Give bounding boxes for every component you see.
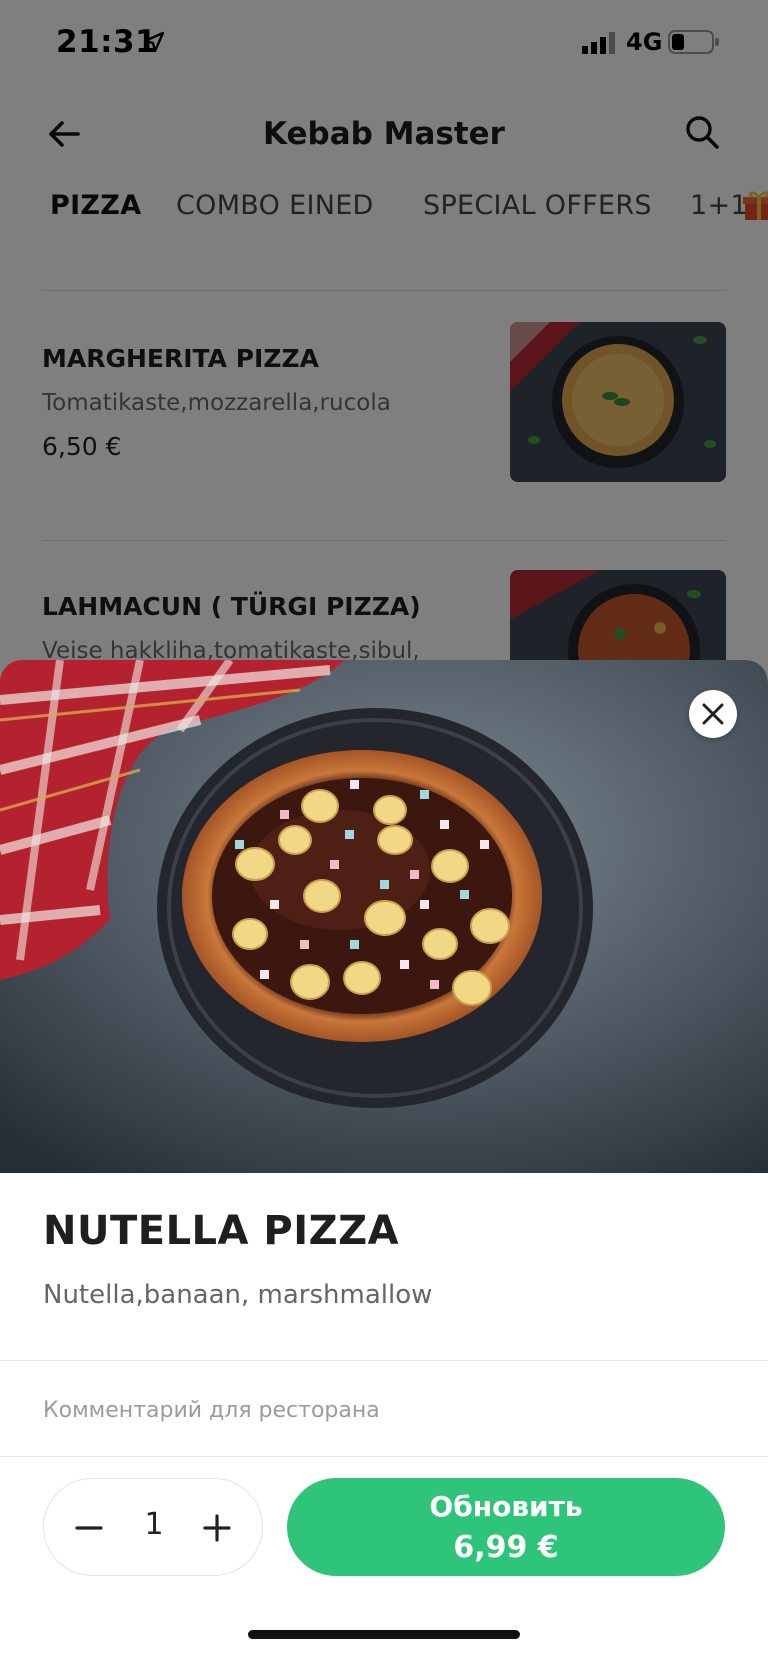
update-button[interactable]: Обновить 6,99 € — [287, 1478, 725, 1576]
home-indicator[interactable] — [248, 1630, 520, 1639]
product-description: Nutella,banaan, marshmallow — [43, 1280, 433, 1310]
close-icon — [702, 703, 724, 725]
divider — [0, 1456, 768, 1457]
close-button[interactable] — [689, 690, 737, 738]
update-button-label: Обновить — [429, 1490, 583, 1523]
plus-icon[interactable] — [202, 1513, 232, 1543]
product-title: NUTELLA PIZZA — [43, 1208, 400, 1254]
screen: 21:31 4G Kebab Master PIZZA COMBO EINED … — [0, 0, 768, 1661]
restaurant-comment-input[interactable] — [43, 1398, 723, 1423]
quantity-stepper: 1 — [43, 1478, 263, 1576]
divider — [0, 1360, 768, 1361]
product-image — [0, 660, 768, 1173]
update-button-price: 6,99 € — [453, 1530, 559, 1565]
product-sheet: NUTELLA PIZZA Nutella,banaan, marshmallo… — [0, 660, 768, 1661]
